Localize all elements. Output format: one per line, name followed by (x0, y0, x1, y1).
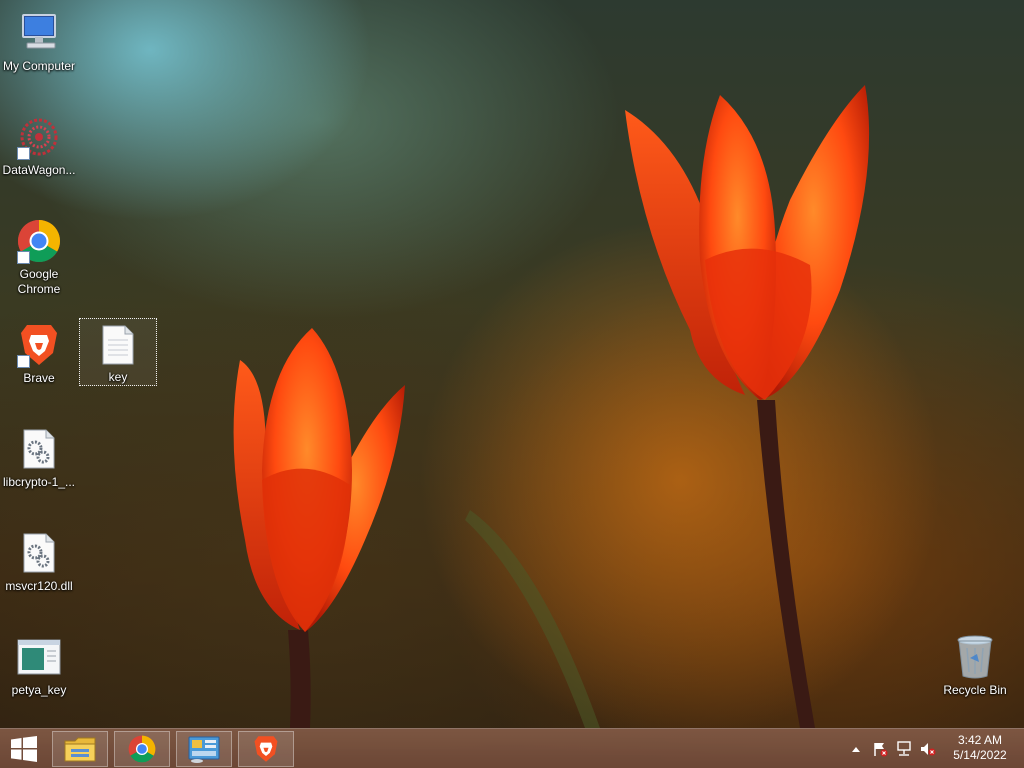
icon-label: libcrypto-1_... (2, 475, 76, 489)
icon-label: Google Chrome (17, 267, 61, 296)
shortcut-arrow-icon (17, 147, 30, 160)
volume-muted-icon[interactable] (920, 741, 936, 757)
desktop-icon-recycle-bin[interactable]: Recycle Bin (936, 630, 1014, 698)
clock-date: 5/14/2022 (953, 748, 1007, 762)
control-panel-icon (188, 736, 220, 763)
icon-label: msvcr120.dll (5, 579, 73, 593)
desktop-icon-my-computer[interactable]: My Computer (0, 6, 78, 74)
chrome-icon (128, 735, 156, 763)
brave-icon (254, 736, 278, 762)
desktop-icon-key[interactable]: key (79, 318, 157, 386)
clock-time: 3:42 AM (957, 733, 1003, 747)
desktop[interactable]: My Computer DataWagon... Google Chrome B… (0, 0, 1024, 768)
desktop-icon-libcrypto[interactable]: libcrypto-1_... (0, 422, 78, 490)
shortcut-arrow-icon (17, 355, 30, 368)
text-file-icon (94, 323, 142, 367)
network-icon[interactable] (896, 741, 912, 757)
desktop-icon-datawagon[interactable]: DataWagon... (0, 110, 78, 178)
taskbar-clock[interactable]: 3:42 AM 5/14/2022 (948, 733, 1012, 763)
icon-label: key (108, 370, 128, 384)
brave-icon (15, 322, 63, 368)
desktop-icon-brave[interactable]: Brave (0, 318, 78, 386)
dll-file-icon (15, 426, 63, 472)
file-explorer-icon (64, 737, 96, 762)
start-button[interactable] (0, 729, 48, 768)
recycle-bin-icon (951, 634, 999, 680)
icon-label: Recycle Bin (943, 683, 1007, 697)
executable-window-icon (15, 634, 63, 680)
show-hidden-icons-chevron-icon[interactable] (848, 741, 864, 757)
windows-logo-icon (11, 736, 37, 762)
system-tray (848, 729, 936, 768)
action-center-flag-icon[interactable] (872, 741, 888, 757)
datawagon-icon (15, 114, 63, 160)
taskbar-control-panel-button[interactable] (176, 731, 232, 767)
desktop-icon-msvcr120[interactable]: msvcr120.dll (0, 526, 78, 594)
icon-label: DataWagon... (2, 163, 76, 177)
desktop-icon-google-chrome[interactable]: Google Chrome (0, 214, 78, 297)
desktop-icon-petya-key[interactable]: petya_key (0, 630, 78, 698)
taskbar-chrome-button[interactable] (114, 731, 170, 767)
taskbar-file-explorer-button[interactable] (52, 731, 108, 767)
icon-label: My Computer (2, 59, 76, 73)
dll-file-icon (15, 530, 63, 576)
shortcut-arrow-icon (17, 251, 30, 264)
chrome-icon (15, 218, 63, 264)
taskbar: 3:42 AM 5/14/2022 (0, 728, 1024, 768)
taskbar-brave-button[interactable] (238, 731, 294, 767)
computer-icon (15, 10, 63, 56)
icon-label: Brave (23, 371, 55, 385)
icon-label: petya_key (11, 683, 67, 697)
